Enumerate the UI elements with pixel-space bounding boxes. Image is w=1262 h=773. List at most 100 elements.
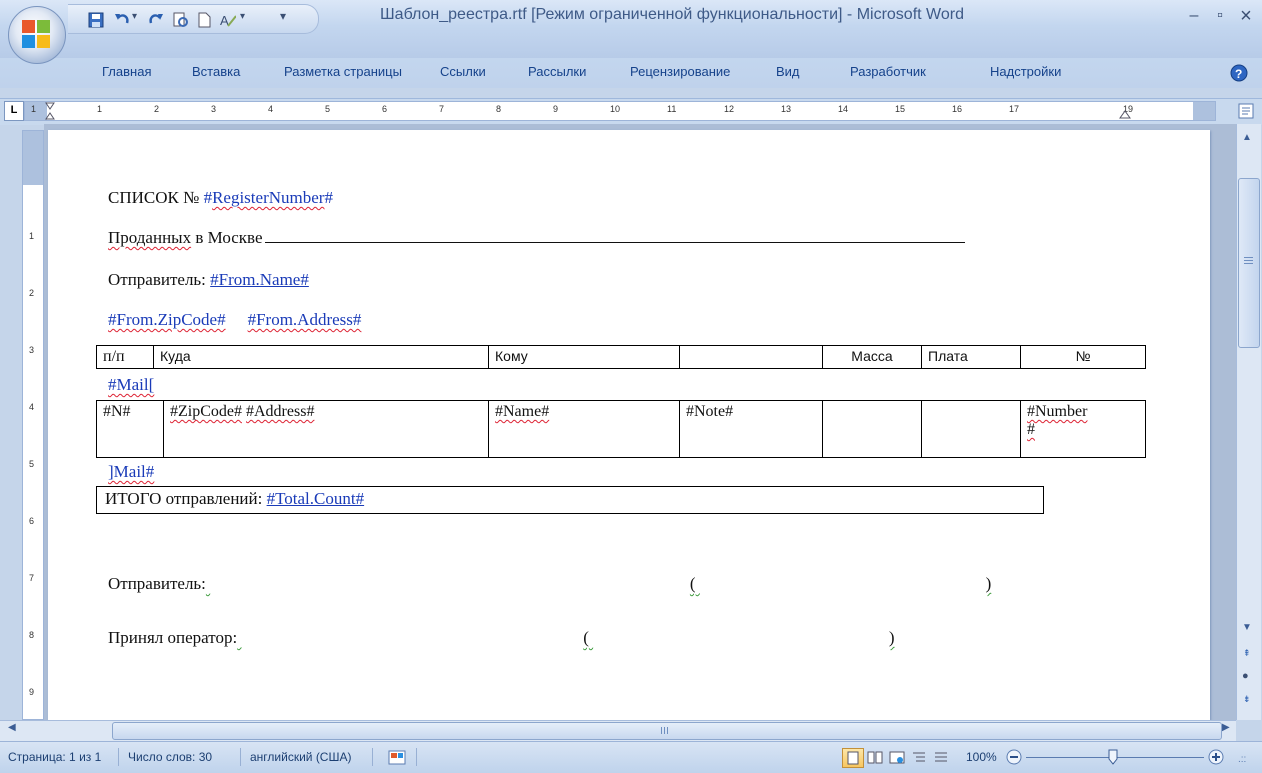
format-icon[interactable]: A xyxy=(220,12,236,28)
quick-access-toolbar: ▾ A ▾ ▾ xyxy=(68,4,319,34)
format-dropdown-icon[interactable]: ▾ xyxy=(240,11,245,22)
ruler-number: 9 xyxy=(29,687,35,697)
data-table: #N# #ZipCode# #Address# #Name# #Note# #N… xyxy=(96,400,1146,458)
right-indent-marker-icon[interactable] xyxy=(1119,109,1131,119)
save-icon[interactable] xyxy=(88,12,104,28)
from-address-placeholder: #From.Address# xyxy=(247,310,362,329)
horizontal-scroll-thumb[interactable] xyxy=(112,722,1222,740)
word-count[interactable]: Число слов: 30 xyxy=(128,750,212,764)
cell-mass xyxy=(822,400,922,458)
tab-page-layout[interactable]: Разметка страницы xyxy=(284,64,402,79)
table-header-row: п/п Куда Кому Масса Плата № xyxy=(96,345,1146,369)
tab-review[interactable]: Рецензирование xyxy=(630,64,730,79)
tab-references[interactable]: Ссылки xyxy=(440,64,486,79)
ruler-number: 13 xyxy=(781,104,792,114)
tab-home[interactable]: Главная xyxy=(102,64,151,79)
mail-close-tag: ]Mail# xyxy=(108,462,155,481)
outline-view-icon[interactable] xyxy=(910,750,928,765)
tab-developer[interactable]: Разработчик xyxy=(850,64,926,79)
maximize-button[interactable]: ▫ xyxy=(1206,4,1234,30)
zoom-in-icon[interactable] xyxy=(1206,748,1226,766)
col-pp: п/п xyxy=(96,345,154,369)
draft-view-icon[interactable] xyxy=(932,750,950,765)
minimize-button[interactable]: – xyxy=(1180,4,1208,30)
zoom-slider-thumb[interactable] xyxy=(1108,749,1118,765)
doc-line-sender: Отправитель: #From.Name# xyxy=(108,270,309,289)
horizontal-ruler[interactable]: 1 1 2 3 4 5 6 7 8 9 10 11 12 13 14 15 16 17 19 xyxy=(24,101,1216,121)
doc-line-register: СПИСОК № #RegisterNumber# xyxy=(108,188,333,207)
cell-zip-address: #ZipCode# #Address# xyxy=(163,400,489,458)
zoom-level[interactable]: 100% xyxy=(966,750,997,764)
view-ruler-icon[interactable] xyxy=(1237,101,1257,121)
ruler-number: 2 xyxy=(154,104,160,114)
operator-signature-line: Принял оператор: ( ) xyxy=(108,628,895,647)
scroll-right-icon[interactable]: ▶ xyxy=(1222,722,1230,733)
tab-selector[interactable]: L xyxy=(4,101,24,121)
cell-number: #Number # xyxy=(1020,400,1146,458)
ruler-number: 9 xyxy=(553,104,559,114)
vertical-scroll-thumb[interactable] xyxy=(1238,178,1260,348)
page-count[interactable]: Страница: 1 из 1 xyxy=(8,750,101,764)
register-placeholder: RegisterNumber xyxy=(212,188,325,207)
header-table: п/п Куда Кому Масса Плата № xyxy=(96,345,1146,369)
tab-mailings[interactable]: Рассылки xyxy=(528,64,586,79)
ruler-number: 1 xyxy=(97,104,103,114)
resize-grip-icon[interactable]: .:: xyxy=(1238,754,1246,765)
scroll-down-icon[interactable]: ▼ xyxy=(1242,622,1252,633)
ruler-number: 8 xyxy=(29,630,35,640)
zoom-out-icon[interactable] xyxy=(1004,748,1024,766)
close-button[interactable]: × xyxy=(1232,4,1260,30)
office-button[interactable] xyxy=(8,6,66,64)
ruler-number: 6 xyxy=(29,516,35,526)
total-line: ИТОГО отправлений: #Total.Count# xyxy=(105,489,365,508)
tab-addins[interactable]: Надстройки xyxy=(990,64,1061,79)
help-icon[interactable]: ? xyxy=(1230,64,1248,82)
ruler-number: 10 xyxy=(610,104,621,114)
customize-qat-icon[interactable]: ▾ xyxy=(280,9,286,23)
indent-marker-icon[interactable] xyxy=(45,102,55,120)
ruler-number: 1 xyxy=(31,104,37,114)
cell-pay xyxy=(921,400,1021,458)
from-zip-placeholder: #From.ZipCode# xyxy=(108,310,226,329)
print-layout-icon xyxy=(847,751,859,765)
undo-icon[interactable] xyxy=(114,12,130,28)
language-indicator[interactable]: английский (США) xyxy=(250,750,351,764)
ruler-number: 15 xyxy=(895,104,906,114)
scroll-left-icon[interactable]: ◀ xyxy=(8,722,16,733)
undo-dropdown-icon[interactable]: ▾ xyxy=(132,11,137,22)
ruler-number: 4 xyxy=(268,104,274,114)
view-print-layout-button[interactable] xyxy=(842,748,864,768)
total-box: ИТОГО отправлений: #Total.Count# xyxy=(96,486,1044,514)
select-browse-object-icon[interactable]: ● xyxy=(1242,670,1249,682)
new-document-icon[interactable] xyxy=(196,12,212,28)
redo-icon[interactable] xyxy=(148,12,164,28)
total-placeholder: #Total.Count# xyxy=(266,489,365,508)
cell-note: #Note# xyxy=(679,400,823,458)
from-name-placeholder: #From.Name# xyxy=(210,270,309,289)
col-mass: Масса xyxy=(822,345,922,369)
web-layout-icon[interactable] xyxy=(888,750,906,765)
ruler-number: 5 xyxy=(29,459,35,469)
macro-record-icon[interactable] xyxy=(388,750,406,765)
tab-view[interactable]: Вид xyxy=(776,64,800,79)
previous-page-icon[interactable]: ⇞ xyxy=(1243,648,1251,659)
ruler-number: 4 xyxy=(29,402,35,412)
col-where: Куда xyxy=(153,345,489,369)
doc-line-sold: Проданных в Москве xyxy=(108,228,965,248)
full-screen-reading-icon[interactable] xyxy=(866,750,884,765)
ruler-number: 1 xyxy=(29,231,35,241)
ruler-number: 6 xyxy=(382,104,388,114)
ruler-number: 3 xyxy=(29,345,35,355)
document-page[interactable]: СПИСОК № #RegisterNumber# Проданных в Мо… xyxy=(48,130,1210,720)
next-page-icon[interactable]: ⇟ xyxy=(1243,694,1251,705)
ruler-number: 11 xyxy=(667,104,677,114)
vertical-ruler[interactable]: 1 2 3 4 5 6 7 8 9 xyxy=(22,130,44,720)
status-bar: Страница: 1 из 1 Число слов: 30 английск… xyxy=(0,741,1262,773)
col-number: № xyxy=(1020,345,1146,369)
ruler-number: 5 xyxy=(325,104,331,114)
scroll-up-icon[interactable]: ▲ xyxy=(1242,132,1252,143)
sold-underline xyxy=(264,242,965,243)
col-whom: Кому xyxy=(488,345,680,369)
tab-insert[interactable]: Вставка xyxy=(192,64,240,79)
print-preview-icon[interactable] xyxy=(172,12,188,28)
